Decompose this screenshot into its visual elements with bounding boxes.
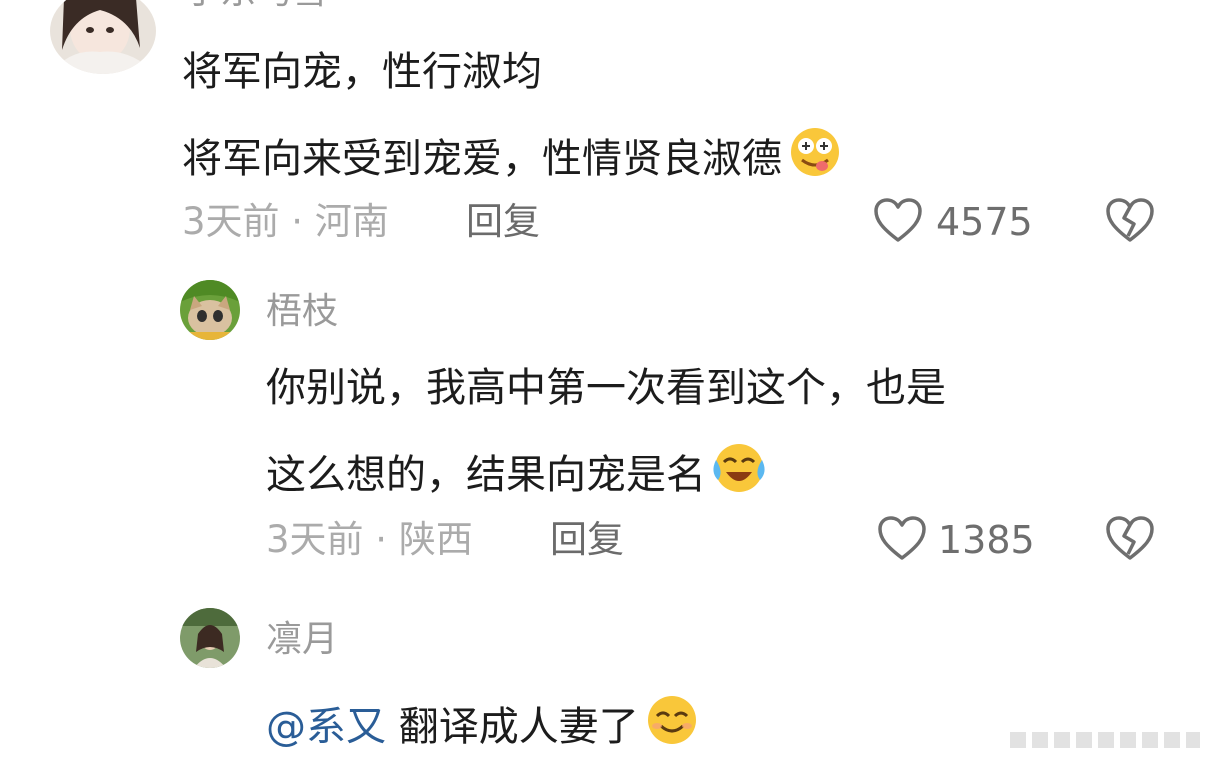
dislike-icon[interactable] [1104,196,1156,248]
reply-button[interactable]: 回复 [550,518,624,562]
comment-text-line: 你别说，我高中第一次看到这个，也是 [266,365,946,411]
drooling-face-emoji [786,126,844,187]
comment-text: 将军向来受到宠爱，性情贤良淑德 [182,136,782,182]
smiling-face-emoji [643,694,701,755]
reply-button[interactable]: 回复 [466,200,540,244]
comment-time: 3天前 [266,518,364,561]
watermark-icon [1010,724,1200,758]
crying-laughing-face-emoji [710,442,768,503]
avatar[interactable] [50,0,156,74]
like-count: 4575 [936,200,1033,244]
heart-icon[interactable] [872,196,924,248]
mention-link[interactable]: @系又 [266,704,386,750]
comment-location: 河南 [314,200,389,243]
comment-username[interactable]: 梧枝 [266,290,338,334]
like-count: 1385 [938,518,1035,562]
avatar[interactable] [180,608,240,668]
comment-text-line: @系又 翻译成人妻了 [266,694,701,755]
comment-meta: 3天前 · 陕西 [266,518,473,561]
comment-meta: 3天前 · 河南 [182,200,389,243]
comment-text-line: 将军向宠，性行淑均 [182,49,542,95]
comment-location: 陕西 [398,518,473,561]
comment-text: 这么想的，结果向宠是名 [266,452,706,498]
comment-time: 3天前 [182,200,280,243]
comment-text-line: 这么想的，结果向宠是名 [266,442,768,503]
heart-icon[interactable] [876,514,928,566]
comment-text: 翻译成人妻了 [398,704,639,750]
comment-username[interactable]: 凛月 [266,618,338,662]
avatar[interactable] [180,280,240,340]
dislike-icon[interactable] [1104,514,1156,566]
comment-text-line: 将军向来受到宠爱，性情贤良淑德 [182,126,844,187]
comment-username[interactable]: 于东马雪 [184,0,328,14]
